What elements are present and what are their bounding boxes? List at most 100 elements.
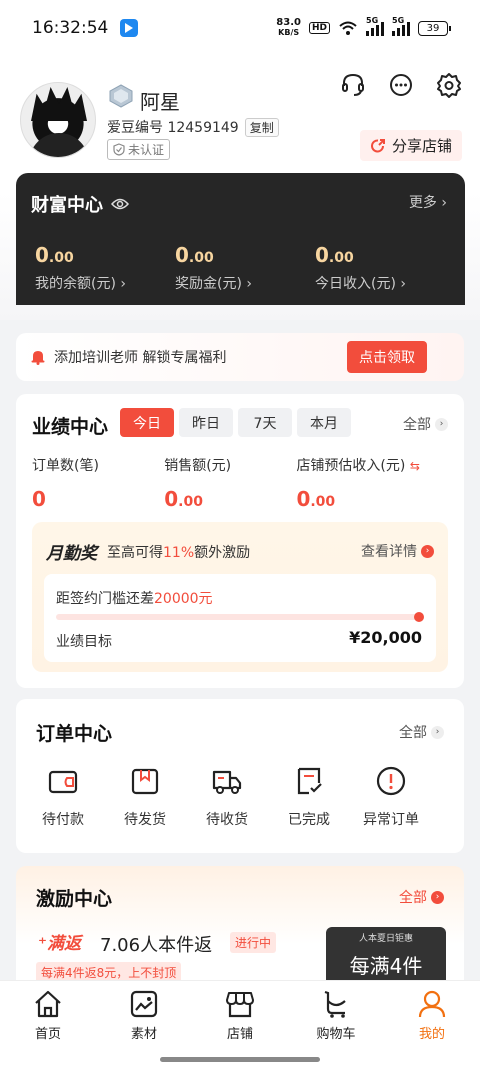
clock: 16:32:54 [32,18,109,38]
tab-mine[interactable]: 我的 [387,989,477,1042]
member-id-row: 爱豆编号 12459149 复制 [107,117,279,137]
level-badge-icon [109,84,133,108]
copy-id-button[interactable]: 复制 [244,117,279,137]
chevron-right-icon: › [441,195,447,211]
bonus-detail-label: 查看详情 [361,544,417,560]
bonus-detail-link[interactable]: 查看详情 › [361,541,434,561]
nickname: 阿星 [140,90,180,114]
tab-cart[interactable]: 购物车 [291,989,381,1042]
incentive-name[interactable]: 7.06人本件返 [100,931,212,957]
tab-store[interactable]: 店铺 [195,989,285,1042]
gift-box-icon [131,768,159,795]
chevron-right-icon: › [431,890,444,904]
performance-all-link[interactable]: 全部 › [403,414,448,434]
wealth-center-title: 财富中心 [31,191,129,217]
incentive-all-label: 全部 [399,890,427,906]
order-pending-receipt-label: 待收货 [206,812,248,828]
orders-all-label: 全部 [399,725,427,741]
eye-icon[interactable] [111,197,129,211]
net-speed: 83.0 KB/S [276,18,301,38]
chevron-right-icon: › [435,417,448,431]
net-speed-value: 83.0 [276,17,301,28]
incentive-status-badge: 进行中 [230,932,277,953]
goal-value: ¥20,000 [349,628,422,647]
sales-label: 销售额(元) [164,458,232,474]
settings-gear-icon[interactable] [436,72,462,98]
order-abnormal[interactable]: 异常订单 [350,765,432,829]
tab-today[interactable]: 今日 [120,408,174,437]
wealth-more-link[interactable]: 更多 › [409,192,447,212]
hd-icon: HD [308,22,330,34]
store-icon [226,992,254,1018]
banner-text: 添加培训老师 解锁专属福利 [54,350,227,366]
balance-value: 0.00 [35,243,74,267]
swap-icon: ⇆ [409,459,420,473]
order-pending-payment-label: 待付款 [42,812,84,828]
reward-label: 奖励金(元) › [175,276,252,292]
balance-label: 我的余额(元) › [35,276,126,292]
claim-button[interactable]: 点击领取 [347,341,427,373]
progress-bar [56,612,424,622]
today-income-item[interactable]: 0.00 今日收入(元) › [315,243,455,293]
checked-doc-icon [297,767,322,795]
app-notification-icon [120,19,139,37]
shield-check-icon [113,143,125,156]
bonus-logo: 月勤奖 [46,544,97,564]
trainer-banner[interactable]: 添加培训老师 解锁专属福利 点击领取 [16,333,464,381]
share-store-button[interactable]: 分享店铺 [359,130,462,161]
battery-icon: 39 [418,20,451,36]
signal-label-2: 5G [392,16,405,25]
message-icon[interactable] [388,72,414,98]
signal-icon-1: 5G [366,16,384,36]
tab-home-label: 首页 [34,1027,61,1042]
signal-label-1: 5G [366,16,379,25]
performance-title: 业绩中心 [32,416,109,438]
tab-materials[interactable]: 素材 [99,989,189,1042]
bell-icon [31,351,45,365]
reward-item[interactable]: 0.00 奖励金(元) › [175,243,315,293]
tab-this-month[interactable]: 本月 [297,408,351,437]
status-icons: 83.0 KB/S HD 5G 5G 39 [276,16,451,38]
performance-center-card: 业绩中心 今日 昨日 7天 本月 全部 › 订单数(笔) 0 销售额(元) 0.… [16,394,464,688]
balance-item[interactable]: 0.00 我的余额(元) › [35,243,175,293]
tab-7days[interactable]: 7天 [238,408,292,437]
bottom-tab-bar: 首页 素材 店铺 购物车 我的 [0,980,480,1072]
progress-dot [414,612,424,622]
order-center-card: 订单中心 全部 › 待付款 待发货 待收货 已完成 异常订单 [16,699,464,853]
incentive-title: 激励中心 [36,888,113,910]
order-pending-shipment-label: 待发货 [124,812,166,828]
order-pending-payment[interactable]: 待付款 [22,765,104,829]
order-completed[interactable]: 已完成 [268,765,350,829]
home-icon [35,990,61,1018]
home-indicator[interactable] [160,1057,320,1062]
sales-stat: 销售额(元) 0.00 [164,455,296,511]
image-icon [130,990,158,1018]
incentive-all-link[interactable]: 全部 › [399,887,444,907]
today-income-label: 今日收入(元) › [315,276,406,292]
performance-stats: 订单数(笔) 0 销售额(元) 0.00 店铺预估收入(元) ⇆ 0.00 [32,455,452,511]
order-pending-shipment[interactable]: 待发货 [104,765,186,829]
truck-icon [212,770,242,794]
sales-value: 0.00 [164,487,203,511]
tab-cart-label: 购物车 [316,1027,356,1042]
poster-large-text: 每满4件 [349,954,423,978]
incentive-tag: ⁺满返 [38,934,81,954]
verification-status[interactable]: 未认证 [107,139,171,160]
orders-all-link[interactable]: 全部 › [399,722,444,742]
wealth-title-text: 财富中心 [31,195,103,216]
customer-service-icon[interactable] [340,72,366,98]
order-status-list: 待付款 待发货 待收货 已完成 异常订单 [22,765,458,829]
avatar[interactable] [20,82,96,158]
signal-icon-2: 5G [392,16,410,36]
net-speed-unit: KB/S [278,28,300,37]
alert-icon [376,766,406,796]
tab-home[interactable]: 首页 [3,989,93,1042]
tab-yesterday[interactable]: 昨日 [179,408,233,437]
wealth-more-label: 更多 [408,195,437,211]
bonus-header: 月勤奖 至高可得11%额外激励 [46,539,250,564]
wealth-items: 0.00 我的余额(元) › 0.00 奖励金(元) › 0.00 今日收入(元… [35,243,455,293]
poster-small-text: 人本夏日钜惠 [358,934,413,944]
order-pending-receipt[interactable]: 待收货 [186,765,268,829]
period-tabs: 今日 昨日 7天 本月 [120,408,351,437]
wealth-center-card: 财富中心 更多 › 0.00 我的余额(元) › 0.00 奖励金(元) › 0… [16,173,465,305]
